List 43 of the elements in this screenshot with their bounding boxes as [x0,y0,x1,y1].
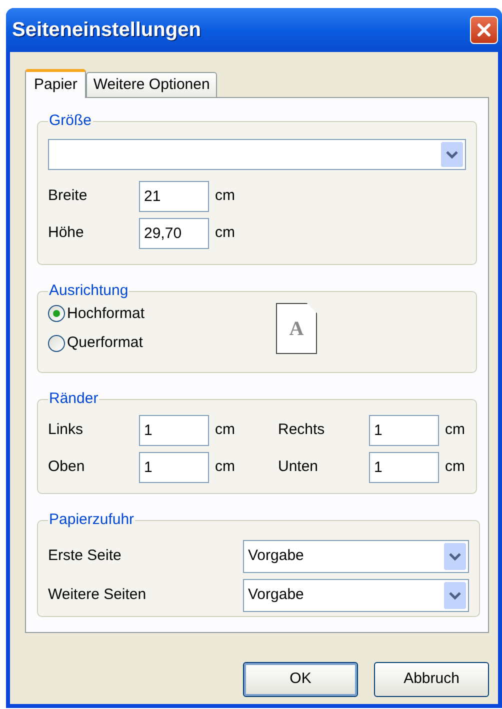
window-title: Seiteneinstellungen [12,18,201,43]
input-field[interactable]: 1 [139,414,209,446]
radio-option[interactable]: Hochformat [48,302,276,325]
radio-label: Hochformat [67,304,145,324]
field-label: Links [48,420,84,440]
unit-label: cm [215,456,235,477]
radio-label: Querformat [67,333,143,353]
preview-letter: A [289,316,304,342]
paper-size-dropdown[interactable] [48,138,466,170]
unit-label: cm [215,420,235,440]
dialog-button[interactable]: OK [243,662,358,697]
close-icon [476,22,492,38]
dropdown-value: Vorgabe [248,584,304,605]
group-label: Ränder [48,389,100,409]
field-label: Erste Seite [48,546,122,566]
unit-label: cm [215,186,235,206]
field-label: Oben [48,456,86,477]
group-label: Größe [48,111,93,131]
dropdown-value: Vorgabe [248,546,304,566]
dropdown[interactable]: Vorgabe [243,578,469,612]
radio-button[interactable] [48,305,65,322]
field-label: Weitere Seiten [48,584,148,605]
field-label: Breite [48,186,88,206]
close-button[interactable] [470,16,498,44]
tab[interactable]: Papier [25,69,86,98]
field-label: Unten [278,456,320,477]
group-label: Ausrichtung [48,281,130,301]
unit-label: cm [445,456,465,477]
input-field[interactable]: 1 [139,452,209,482]
unit-label: cm [215,222,235,243]
radio-option[interactable]: Querformat [48,332,276,354]
field-label: Höhe [48,222,85,243]
input-field[interactable]: 1 [369,452,439,482]
input-field[interactable]: 1 [369,414,439,446]
group-label: Papierzufuhr [48,510,136,530]
dropdown[interactable]: Vorgabe [243,540,469,572]
field-label: Rechts [278,420,326,440]
input-field[interactable]: 21 [139,180,209,212]
input-field[interactable]: 29,70 [139,218,209,248]
radio-button[interactable] [48,334,65,352]
tab[interactable]: Weitere Optionen [86,72,217,97]
unit-label: cm [445,420,465,440]
dialog-button[interactable]: Abbruch [374,662,489,697]
